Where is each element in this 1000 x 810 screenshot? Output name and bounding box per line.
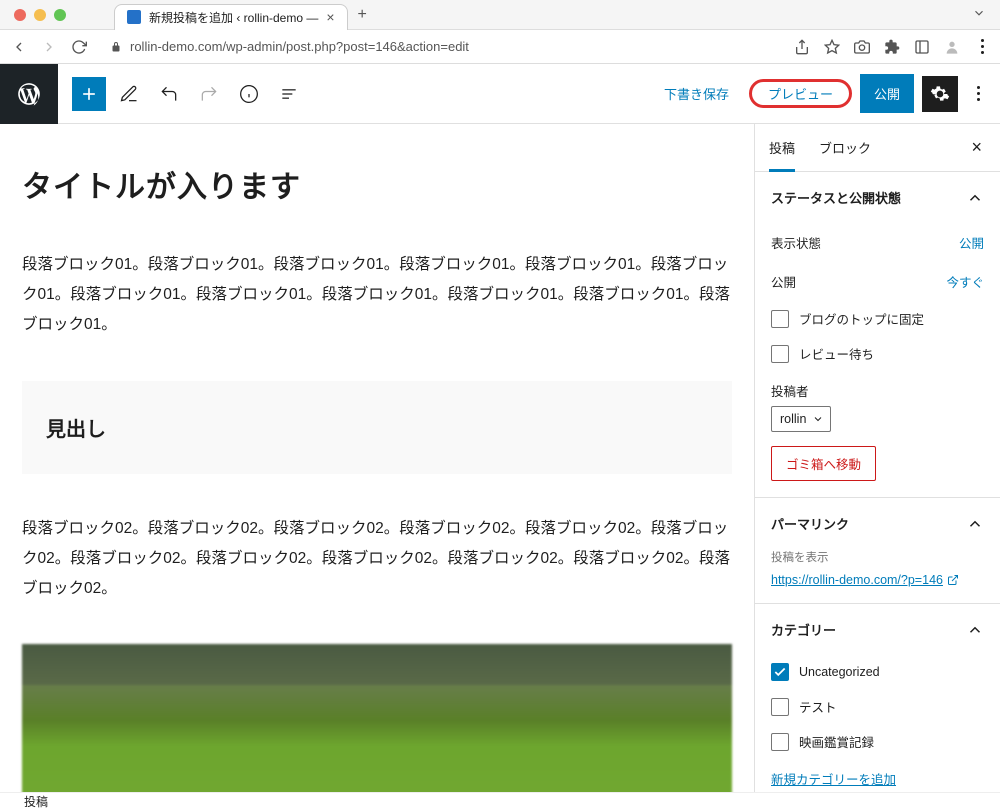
panel-permalink-toggle[interactable]: パーマリンク bbox=[755, 498, 1000, 549]
external-link-icon bbox=[947, 574, 959, 586]
add-block-button[interactable] bbox=[72, 77, 106, 111]
forward-button[interactable] bbox=[40, 38, 58, 56]
lock-icon bbox=[110, 41, 122, 53]
browser-tab-bar: 新規投稿を追加 ‹ rollin-demo — × + bbox=[114, 0, 986, 30]
extensions-icon[interactable] bbox=[884, 39, 900, 55]
permalink-url[interactable]: https://rollin-demo.com/?p=146 bbox=[771, 573, 984, 587]
tab-post[interactable]: 投稿 bbox=[769, 124, 795, 171]
url-text: rollin-demo.com/wp-admin/post.php?post=1… bbox=[130, 39, 469, 54]
browser-url-bar: rollin-demo.com/wp-admin/post.php?post=1… bbox=[0, 30, 1000, 64]
panel-status-toggle[interactable]: ステータスと公開状態 bbox=[755, 172, 1000, 223]
pending-review-checkbox[interactable] bbox=[771, 345, 789, 363]
wp-logo-button[interactable] bbox=[0, 64, 58, 124]
profile-icon[interactable] bbox=[944, 39, 960, 55]
chevron-down-icon bbox=[812, 413, 824, 425]
category-label: Uncategorized bbox=[799, 665, 880, 679]
pending-review-label: レビュー待ち bbox=[799, 344, 874, 363]
browser-tab[interactable]: 新規投稿を追加 ‹ rollin-demo — × bbox=[114, 4, 348, 30]
panel-categories: カテゴリー Uncategorized テスト 映画鑑賞記録 新規カテゴリーを追… bbox=[755, 604, 1000, 792]
sidebar-close-button[interactable]: × bbox=[967, 133, 986, 162]
panel-status: ステータスと公開状態 表示状態公開 公開今すぐ ブログのトップに固定 レビュー待… bbox=[755, 172, 1000, 498]
back-button[interactable] bbox=[10, 38, 28, 56]
camera-icon[interactable] bbox=[854, 39, 870, 55]
minimize-window-button[interactable] bbox=[34, 9, 46, 21]
list-view-button[interactable] bbox=[272, 77, 306, 111]
editor-canvas[interactable]: タイトルが入ります 段落ブロック01。段落ブロック01。段落ブロック01。段落ブ… bbox=[0, 124, 754, 792]
post-title[interactable]: タイトルが入ります bbox=[22, 162, 732, 206]
chevron-up-icon bbox=[966, 189, 984, 207]
block-breadcrumb: 投稿 bbox=[0, 792, 1000, 810]
maximize-window-button[interactable] bbox=[54, 9, 66, 21]
redo-button[interactable] bbox=[192, 77, 226, 111]
edit-tool-button[interactable] bbox=[112, 77, 146, 111]
chevron-up-icon bbox=[966, 515, 984, 533]
tab-block[interactable]: ブロック bbox=[819, 124, 871, 171]
preview-button-highlight: プレビュー bbox=[749, 79, 852, 108]
bookmark-icon[interactable] bbox=[824, 39, 840, 55]
author-label: 投稿者 bbox=[771, 381, 984, 400]
more-menu-button[interactable] bbox=[966, 86, 990, 101]
tab-title: 新規投稿を追加 ‹ rollin-demo — bbox=[149, 9, 318, 26]
reading-list-icon[interactable] bbox=[914, 39, 930, 55]
new-tab-button[interactable]: + bbox=[358, 6, 367, 24]
window-chrome: 新規投稿を追加 ‹ rollin-demo — × + bbox=[0, 0, 1000, 30]
reload-button[interactable] bbox=[70, 38, 88, 56]
tab-close-icon[interactable]: × bbox=[326, 9, 334, 25]
category-checkbox-movie[interactable] bbox=[771, 733, 789, 751]
breadcrumb-item[interactable]: 投稿 bbox=[24, 793, 48, 810]
panel-permalink: パーマリンク 投稿を表示 https://rollin-demo.com/?p=… bbox=[755, 498, 1000, 604]
visibility-label: 表示状態 bbox=[771, 233, 821, 252]
settings-button[interactable] bbox=[922, 76, 958, 112]
favicon-icon bbox=[127, 10, 141, 24]
publish-value[interactable]: 今すぐ bbox=[946, 272, 984, 291]
preview-button[interactable]: プレビュー bbox=[756, 79, 845, 110]
category-checkbox-uncategorized[interactable] bbox=[771, 663, 789, 681]
panel-permalink-title: パーマリンク bbox=[771, 514, 849, 533]
tabs-dropdown-button[interactable] bbox=[972, 6, 986, 23]
image-block[interactable] bbox=[22, 644, 732, 792]
panel-status-title: ステータスと公開状態 bbox=[771, 188, 901, 207]
heading-text[interactable]: 見出し bbox=[46, 413, 708, 442]
paragraph-block-1[interactable]: 段落ブロック01。段落ブロック01。段落ブロック01。段落ブロック01。段落ブロ… bbox=[22, 250, 732, 341]
settings-sidebar: 投稿 ブロック × ステータスと公開状態 表示状態公開 公開今すぐ ブログのトッ… bbox=[754, 124, 1000, 792]
category-label: 映画鑑賞記録 bbox=[799, 732, 874, 751]
details-button[interactable] bbox=[232, 77, 266, 111]
save-draft-button[interactable]: 下書き保存 bbox=[652, 76, 741, 111]
stick-top-checkbox[interactable] bbox=[771, 310, 789, 328]
author-select[interactable]: rollin bbox=[771, 406, 831, 432]
heading-block[interactable]: 見出し bbox=[22, 381, 732, 474]
publish-label: 公開 bbox=[771, 272, 796, 291]
chrome-menu-button[interactable] bbox=[974, 39, 990, 55]
chevron-up-icon bbox=[966, 621, 984, 639]
wp-editor-toolbar: 下書き保存 プレビュー 公開 bbox=[0, 64, 1000, 124]
publish-button[interactable]: 公開 bbox=[860, 74, 914, 113]
undo-button[interactable] bbox=[152, 77, 186, 111]
visibility-value[interactable]: 公開 bbox=[959, 233, 984, 252]
panel-categories-toggle[interactable]: カテゴリー bbox=[755, 604, 1000, 655]
stick-top-label: ブログのトップに固定 bbox=[799, 309, 924, 328]
url-field[interactable]: rollin-demo.com/wp-admin/post.php?post=1… bbox=[100, 34, 782, 60]
panel-categories-title: カテゴリー bbox=[771, 620, 836, 639]
view-post-label: 投稿を表示 bbox=[771, 549, 984, 565]
share-icon[interactable] bbox=[794, 39, 810, 55]
category-checkbox-test[interactable] bbox=[771, 698, 789, 716]
close-window-button[interactable] bbox=[14, 9, 26, 21]
add-new-category-link[interactable]: 新規カテゴリーを追加 bbox=[771, 769, 984, 788]
category-label: テスト bbox=[799, 697, 837, 716]
move-to-trash-button[interactable]: ゴミ箱へ移動 bbox=[771, 446, 876, 481]
paragraph-block-2[interactable]: 段落ブロック02。段落ブロック02。段落ブロック02。段落ブロック02。段落ブロ… bbox=[22, 514, 732, 605]
